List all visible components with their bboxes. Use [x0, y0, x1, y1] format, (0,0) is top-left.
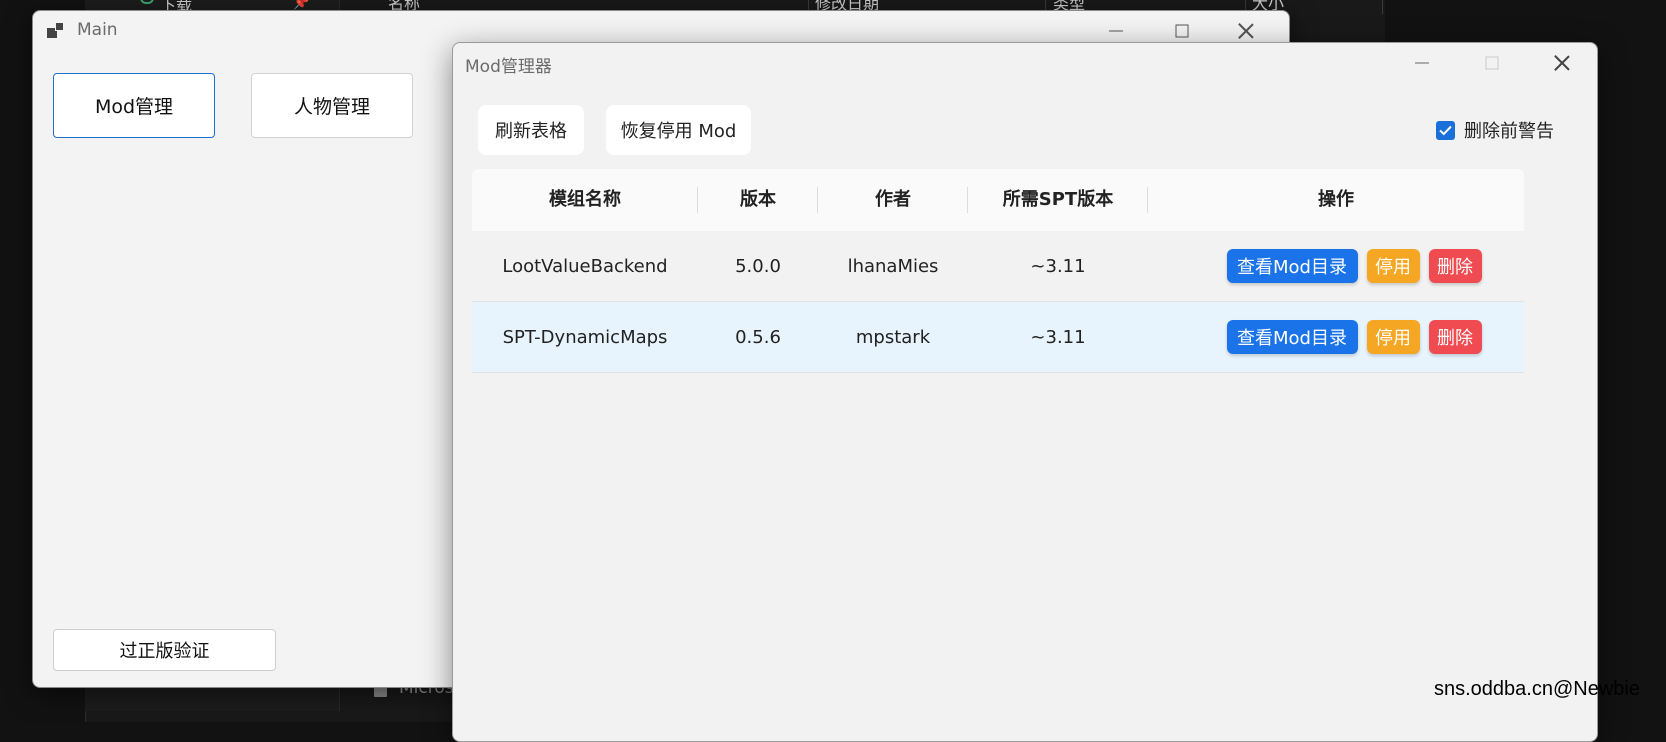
minimize-button[interactable] — [1389, 43, 1455, 83]
cell-spt-version: ~3.11 — [1030, 326, 1086, 348]
minimize-icon — [1415, 62, 1429, 64]
disable-mod-button[interactable]: 停用 — [1366, 249, 1420, 283]
maximize-icon — [1175, 24, 1189, 38]
mod-manager-title: Mod管理器 — [465, 57, 552, 77]
cell-actions: 查看Mod目录 停用 删除 — [1148, 320, 1524, 354]
column-header-version[interactable]: 版本 — [698, 169, 818, 231]
restore-disabled-mod-button[interactable]: 恢复停用 Mod — [606, 105, 751, 155]
view-mod-folder-button[interactable]: 查看Mod目录 — [1226, 249, 1358, 283]
warn-before-delete-checkbox[interactable]: 删除前警告 — [1436, 117, 1554, 143]
close-button[interactable] — [1529, 43, 1595, 83]
watermark: sns.oddba.cn@Newbie — [1434, 678, 1640, 700]
cell-spt-version: ~3.11 — [1030, 255, 1086, 277]
column-header-spt-version[interactable]: 所需SPT版本 — [968, 169, 1148, 231]
mod-manager-titlebar[interactable]: Mod管理器 — [453, 43, 1597, 83]
close-icon — [1554, 55, 1570, 71]
verify-button[interactable]: 过正版验证 — [53, 629, 276, 671]
column-header-author[interactable]: 作者 — [818, 169, 968, 231]
cell-author: lhanaMies — [847, 255, 939, 277]
cell-mod-name: LootValueBackend — [502, 255, 668, 277]
column-header-actions: 操作 — [1318, 189, 1354, 210]
cell-actions: 查看Mod目录 停用 删除 — [1148, 249, 1524, 283]
bg-column-divider — [1382, 0, 1383, 14]
character-manage-button[interactable]: 人物管理 — [251, 73, 413, 138]
maximize-button — [1459, 43, 1525, 83]
mod-manager-window: Mod管理器 刷新表格 恢复停用 Mod 删除前警告 模组名称 版本 作者 所需… — [452, 42, 1598, 742]
table-row[interactable]: SPT-DynamicMaps 0.5.6 mpstark ~3.11 查看Mo… — [472, 302, 1524, 373]
delete-mod-button[interactable]: 删除 — [1428, 249, 1482, 283]
table-row[interactable]: LootValueBackend 5.0.0 lhanaMies ~3.11 查… — [472, 231, 1524, 302]
mod-manage-button[interactable]: Mod管理 — [53, 73, 215, 138]
mod-table: 模组名称 版本 作者 所需SPT版本 操作 LootValueBackend 5… — [472, 169, 1524, 373]
cell-mod-name: SPT-DynamicMaps — [502, 326, 668, 348]
warn-before-delete-label: 删除前警告 — [1464, 121, 1554, 142]
main-window-title: Main — [77, 20, 118, 40]
maximize-icon — [1485, 56, 1499, 70]
delete-mod-button[interactable]: 删除 — [1428, 320, 1482, 354]
column-header-name[interactable]: 模组名称 — [472, 169, 698, 231]
close-icon — [1238, 23, 1254, 39]
app-icon — [47, 22, 65, 38]
minimize-icon — [1109, 30, 1123, 32]
view-mod-folder-button[interactable]: 查看Mod目录 — [1226, 320, 1358, 354]
cell-version: 0.5.6 — [735, 326, 781, 348]
cell-version: 5.0.0 — [735, 255, 781, 277]
checkbox-checked-icon[interactable] — [1436, 120, 1455, 140]
table-header: 模组名称 版本 作者 所需SPT版本 操作 — [472, 169, 1524, 231]
disable-mod-button[interactable]: 停用 — [1366, 320, 1420, 354]
cell-author: mpstark — [855, 326, 931, 348]
refresh-table-button[interactable]: 刷新表格 — [478, 105, 584, 155]
